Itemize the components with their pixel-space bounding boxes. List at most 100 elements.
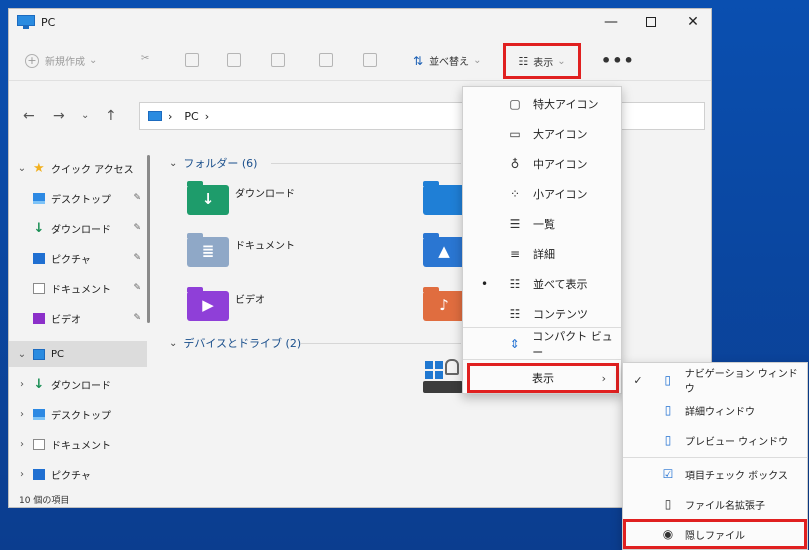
sidebar-item-pc-desktop[interactable]: › デスクトップ xyxy=(9,401,147,427)
sidebar-item-pictures[interactable]: ピクチャ ✎ xyxy=(9,245,147,271)
sidebar-item-pc-downloads[interactable]: › ↓ ダウンロード xyxy=(9,371,147,397)
share-icon[interactable] xyxy=(319,53,333,67)
pc-icon xyxy=(17,15,35,29)
submenu-item-preview-pane[interactable]: ▯ プレビュー ウィンドウ xyxy=(623,425,807,455)
menu-item-content[interactable]: ☷ コンテンツ xyxy=(463,299,621,329)
menu-item-details[interactable]: ≡ 詳細 xyxy=(463,239,621,269)
menu-item-medium-icons[interactable]: ♁ 中アイコン xyxy=(463,149,621,179)
chevron-down-icon[interactable]: ⌄ xyxy=(15,349,29,360)
submenu-item-details-pane[interactable]: ▯ 詳細ウィンドウ xyxy=(623,395,807,425)
pin-icon[interactable]: ✎ xyxy=(133,223,141,233)
chevron-down-icon: ⌄ xyxy=(169,337,178,349)
nav-pane-icon: ▯ xyxy=(664,373,672,387)
group-header-label: フォルダー (6) xyxy=(183,157,258,170)
folder-videos[interactable]: ▶ ビデオ xyxy=(187,287,265,321)
sidebar-item-label: デスクトップ xyxy=(51,410,111,422)
chevron-right-icon[interactable]: › xyxy=(15,379,29,390)
chevron-right-icon[interactable]: › xyxy=(15,439,29,450)
menu-item-compact-view[interactable]: ⇕ コンパクト ビュー xyxy=(463,329,621,359)
menu-item-tiles[interactable]: • ☷ 並べて表示 xyxy=(463,269,621,299)
window-title: PC xyxy=(41,15,56,29)
menu-item-extra-large-icons[interactable]: ▢ 特大アイコン xyxy=(463,89,621,119)
sidebar-item-desktop[interactable]: デスクトップ ✎ xyxy=(9,185,147,211)
up-icon[interactable]: ↑ xyxy=(105,108,117,124)
tiles-icon: ☷ xyxy=(509,277,521,291)
view-button[interactable]: ☷ 表示 ⌄ xyxy=(503,43,581,79)
chevron-right-icon: › xyxy=(601,371,606,385)
star-icon: ★ xyxy=(33,160,45,176)
pc-icon xyxy=(148,111,162,121)
forward-icon[interactable]: → xyxy=(53,108,65,124)
menu-item-label: 詳細 xyxy=(533,248,555,261)
menu-item-small-icons[interactable]: ⁘ 小アイコン xyxy=(463,179,621,209)
copy-icon[interactable] xyxy=(185,53,199,67)
paste-icon[interactable] xyxy=(227,53,241,67)
group-header-folders[interactable]: ⌄ フォルダー (6) xyxy=(169,155,257,171)
sidebar-item-videos[interactable]: ビデオ ✎ xyxy=(9,305,147,331)
minimize-button[interactable]: — xyxy=(591,9,631,35)
rename-icon[interactable] xyxy=(271,53,285,67)
pin-icon[interactable]: ✎ xyxy=(133,313,141,323)
sidebar-item-label: PC xyxy=(51,348,65,360)
sidebar-item-documents[interactable]: ドキュメント ✎ xyxy=(9,275,147,301)
submenu-divider xyxy=(623,457,807,458)
menu-item-label: コンパクト ビュー xyxy=(532,330,613,359)
menu-item-label: 小アイコン xyxy=(533,188,588,201)
delete-icon[interactable] xyxy=(363,53,377,67)
download-icon: ↓ xyxy=(33,376,45,392)
sort-button[interactable]: ⇅ 並べ替え ⌄ xyxy=(413,53,481,69)
sidebar-item-quick-access[interactable]: ⌄ ★ クイック アクセス xyxy=(9,155,147,181)
desktop-icon xyxy=(33,192,45,204)
menu-item-show-submenu[interactable]: 表示 › xyxy=(467,363,619,393)
chevron-right-icon[interactable]: › xyxy=(15,469,29,480)
menu-item-list[interactable]: ☰ 一覧 xyxy=(463,209,621,239)
sidebar-item-label: デスクトップ xyxy=(51,194,111,206)
sidebar-item-pc-pictures[interactable]: › ピクチャ xyxy=(9,461,147,487)
sidebar-item-downloads[interactable]: ↓ ダウンロード ✎ xyxy=(9,215,147,241)
drive-c[interactable] xyxy=(421,359,467,399)
chevron-down-icon[interactable]: ⌄ xyxy=(15,163,29,174)
check-icon: ✓ xyxy=(633,373,643,387)
submenu-item-label: ファイル名拡張子 xyxy=(685,500,765,512)
menu-item-label: 中アイコン xyxy=(533,158,588,171)
preview-pane-icon: ▯ xyxy=(664,433,672,447)
submenu-item-check-boxes[interactable]: ☑ 項目チェック ボックス xyxy=(623,459,807,489)
group-header-drives[interactable]: ⌄ デバイスとドライブ (2) xyxy=(169,335,301,351)
chevron-right-icon[interactable]: › xyxy=(15,409,29,420)
folder-downloads[interactable]: ↓ ダウンロード xyxy=(187,181,295,215)
folder-documents[interactable]: ≣ ドキュメント xyxy=(187,233,295,267)
sidebar-item-label: ドキュメント xyxy=(51,284,111,296)
close-button[interactable]: ✕ xyxy=(673,9,711,35)
address-separator-end: › xyxy=(204,109,210,123)
sidebar-item-label: ダウンロード xyxy=(51,224,111,236)
maximize-button[interactable] xyxy=(631,9,671,35)
more-button[interactable]: ••• xyxy=(601,51,635,70)
videos-icon xyxy=(33,312,45,324)
new-button[interactable]: + 新規作成 ⌄ xyxy=(25,53,97,68)
group-divider xyxy=(271,163,461,164)
menu-item-label: 大アイコン xyxy=(533,128,588,141)
back-icon[interactable]: ← xyxy=(23,108,35,124)
menu-item-large-icons[interactable]: ▭ 大アイコン xyxy=(463,119,621,149)
windows-logo-icon xyxy=(425,361,443,379)
sidebar-item-label: ビデオ xyxy=(51,314,81,326)
pictures-icon xyxy=(33,252,45,264)
sidebar-item-pc[interactable]: ⌄ PC xyxy=(9,341,147,367)
submenu-item-navigation-pane[interactable]: ✓ ▯ ナビゲーション ウィンドウ xyxy=(623,365,807,395)
list-icon: ☰ xyxy=(509,217,521,231)
sidebar-item-pc-documents[interactable]: › ドキュメント xyxy=(9,431,147,457)
cut-icon[interactable]: ✂ xyxy=(141,53,149,64)
pin-icon[interactable]: ✎ xyxy=(133,253,141,263)
recent-chevron-icon[interactable]: ⌄ xyxy=(81,110,89,121)
pin-icon[interactable]: ✎ xyxy=(133,193,141,203)
sidebar-scrollbar[interactable] xyxy=(147,155,150,323)
documents-icon xyxy=(33,282,45,294)
sidebar-item-label: ダウンロード xyxy=(51,380,111,392)
submenu-item-file-extensions[interactable]: ▯ ファイル名拡張子 xyxy=(623,489,807,519)
details-pane-icon: ▯ xyxy=(664,403,672,417)
menu-item-label: 表示 xyxy=(532,372,554,385)
pin-icon[interactable]: ✎ xyxy=(133,283,141,293)
documents-folder-icon: ≣ xyxy=(187,233,229,267)
menu-item-label: コンテンツ xyxy=(533,308,588,321)
small-icons-icon: ⁘ xyxy=(509,187,521,201)
